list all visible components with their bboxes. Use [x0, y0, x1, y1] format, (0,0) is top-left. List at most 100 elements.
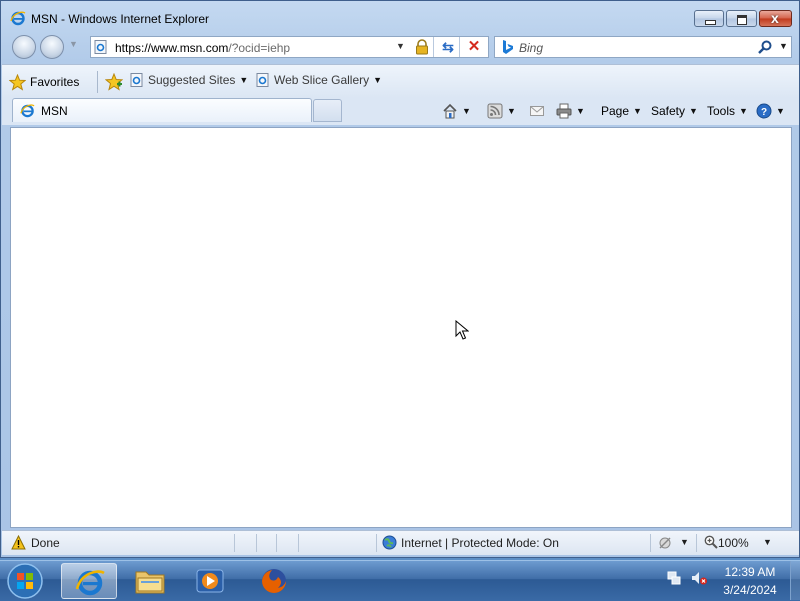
- forward-button[interactable]: [40, 35, 64, 59]
- chevron-down-icon: ▼: [776, 106, 785, 116]
- volume-muted-icon[interactable]: [690, 570, 708, 586]
- page-icon: [94, 40, 107, 54]
- status-divider: [376, 534, 377, 552]
- ie-logo-icon: [75, 570, 105, 596]
- safety-menu-label: Safety: [651, 104, 686, 118]
- search-input[interactable]: Bing: [519, 41, 543, 55]
- ie-page-icon: [20, 104, 35, 118]
- chevron-down-icon[interactable]: ▼: [680, 537, 689, 547]
- search-icon[interactable]: [757, 39, 773, 55]
- back-button[interactable]: [12, 35, 36, 59]
- refresh-icon[interactable]: ⇆: [440, 39, 456, 55]
- window-title: MSN - Windows Internet Explorer: [31, 12, 210, 26]
- status-divider: [256, 534, 257, 552]
- chevron-down-icon: ▼: [739, 106, 748, 116]
- minimize-button[interactable]: [694, 10, 724, 27]
- lock-icon[interactable]: [414, 39, 430, 55]
- status-divider: [650, 534, 651, 552]
- popup-blocker-icon[interactable]: [657, 535, 673, 551]
- page-menu-label: Page: [601, 104, 630, 118]
- firefox-icon: [262, 569, 286, 593]
- svg-text:?: ?: [761, 107, 767, 118]
- tab-row: MSN ▼ ▼ ▼ Page ▼ Safety ▼ Tools ▼ ? ▼: [2, 97, 799, 125]
- address-bar[interactable]: https://www.msn.com/?ocid=iehp ▼ ⇆ ✕: [90, 36, 489, 58]
- address-input[interactable]: https://www.msn.com/?ocid=iehp: [115, 41, 290, 55]
- close-icon: x: [771, 10, 779, 26]
- ie-logo-icon: [10, 11, 26, 26]
- favorites-separator: [97, 71, 98, 93]
- chevron-down-icon[interactable]: ▼: [763, 537, 772, 547]
- zoom-icon[interactable]: [704, 535, 718, 549]
- taskbar-firefox[interactable]: [246, 563, 302, 599]
- favorites-label: Favorites: [30, 75, 80, 89]
- add-to-favorites-bar-icon[interactable]: [105, 73, 123, 91]
- feeds-icon: [487, 103, 503, 119]
- favorites-bar: Favorites Suggested Sites ▼ Web Slice Ga…: [2, 64, 799, 98]
- zoom-level[interactable]: 100%: [718, 536, 749, 550]
- favorites-star-icon: [9, 73, 26, 91]
- favorites-button[interactable]: Favorites: [9, 72, 79, 92]
- show-desktop-button[interactable]: [790, 561, 800, 600]
- tools-menu-button[interactable]: Tools ▼: [707, 101, 748, 121]
- page-menu-button[interactable]: Page ▼: [601, 101, 642, 121]
- status-divider: [234, 534, 235, 552]
- help-button[interactable]: ? ▼: [756, 101, 785, 121]
- bing-icon: [503, 40, 513, 54]
- title-bar[interactable]: MSN - Windows Internet Explorer x: [1, 1, 799, 35]
- page-icon: [130, 73, 143, 87]
- warning-icon: [11, 535, 26, 550]
- chevron-down-icon[interactable]: ▼: [576, 106, 585, 116]
- media-player-icon: [196, 569, 224, 593]
- new-tab-button[interactable]: [313, 99, 342, 122]
- home-button[interactable]: ▼: [442, 101, 471, 121]
- address-dropdown-icon[interactable]: ▼: [396, 41, 405, 51]
- globe-icon: [382, 535, 397, 550]
- taskbar-windows-media-player[interactable]: [182, 563, 238, 599]
- tools-menu-label: Tools: [707, 104, 736, 118]
- folder-icon: [135, 571, 165, 594]
- read-mail-button[interactable]: [529, 101, 545, 121]
- clock-time[interactable]: 12:39 AM: [712, 565, 788, 579]
- chevron-down-icon: ▼: [633, 106, 642, 116]
- help-icon: ?: [756, 103, 772, 119]
- close-button[interactable]: x: [759, 10, 792, 27]
- stop-icon[interactable]: ✕: [466, 38, 482, 55]
- print-icon: [556, 103, 572, 119]
- chevron-down-icon[interactable]: ▼: [462, 106, 471, 116]
- taskbar-internet-explorer[interactable]: [61, 563, 117, 599]
- mail-icon: [530, 106, 544, 116]
- page-content[interactable]: [10, 127, 792, 528]
- tab-label: MSN: [41, 104, 68, 118]
- ie-window: MSN - Windows Internet Explorer x ▼ http…: [0, 0, 800, 558]
- taskbar-windows-explorer[interactable]: [122, 563, 178, 599]
- status-divider: [696, 534, 697, 552]
- search-box[interactable]: Bing ▼: [494, 36, 792, 58]
- safety-menu-button[interactable]: Safety ▼: [651, 101, 698, 121]
- mouse-cursor-icon: [455, 320, 469, 340]
- start-button[interactable]: [5, 562, 45, 600]
- chevron-down-icon: ▼: [239, 75, 249, 85]
- feeds-button[interactable]: ▼: [487, 101, 516, 121]
- chevron-down-icon: ▼: [689, 106, 698, 116]
- page-icon: [256, 73, 269, 87]
- print-button[interactable]: ▼: [556, 101, 585, 121]
- status-divider: [276, 534, 277, 552]
- suggested-sites-label: Suggested Sites: [148, 73, 236, 87]
- network-icon[interactable]: [666, 570, 682, 586]
- status-text: Done: [31, 536, 60, 550]
- security-zone-text[interactable]: Internet | Protected Mode: On: [401, 536, 559, 550]
- web-slice-gallery-link[interactable]: Web Slice Gallery ▼: [256, 73, 382, 87]
- recent-pages-dropdown[interactable]: ▼: [69, 39, 78, 49]
- address-separator: [459, 37, 460, 57]
- maximize-button[interactable]: [726, 10, 757, 27]
- suggested-sites-link[interactable]: Suggested Sites ▼: [130, 73, 248, 87]
- home-icon: [443, 103, 457, 119]
- web-slice-gallery-label: Web Slice Gallery: [274, 73, 370, 87]
- clock-date[interactable]: 3/24/2024: [712, 583, 788, 597]
- address-separator: [433, 37, 434, 57]
- tab-msn[interactable]: MSN: [12, 98, 312, 122]
- search-options-dropdown[interactable]: ▼: [779, 41, 788, 51]
- chevron-down-icon: ▼: [373, 75, 383, 85]
- status-bar: Done Internet | Protected Mode: On ▼ 100…: [2, 530, 799, 555]
- chevron-down-icon[interactable]: ▼: [507, 106, 516, 116]
